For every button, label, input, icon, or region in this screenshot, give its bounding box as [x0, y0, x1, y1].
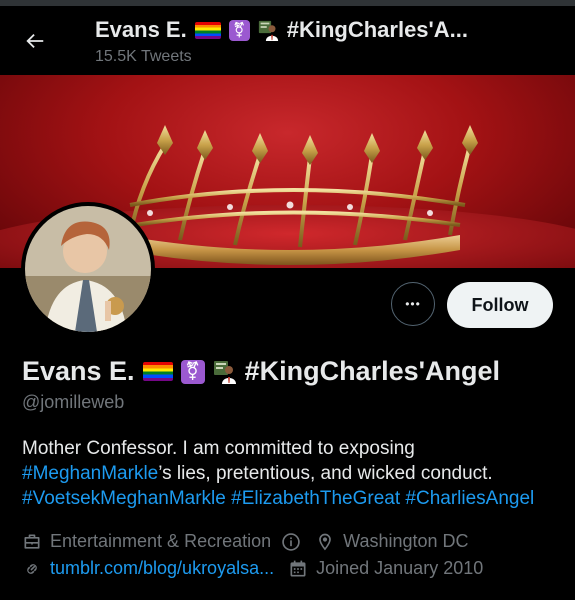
profile-header: Evans E. ⚧ #KingCharles'A... 15.5K Tweet… — [0, 0, 575, 75]
profile-avatar[interactable] — [21, 202, 155, 336]
profile-handle: @jomilleweb — [22, 392, 125, 412]
bio-line-2: ’s lies, pretentious, and wicked conduct… — [158, 463, 493, 484]
joined-item: Joined January 2010 — [288, 558, 483, 579]
more-dots-icon: ••• — [405, 297, 421, 311]
hashtag-link[interactable]: #CharliesAngel — [405, 488, 534, 509]
calendar-icon — [290, 560, 306, 576]
display-name-text: Evans E. — [22, 356, 135, 386]
profile-meta-row-1: Entertainment & Recreation Washington DC — [22, 531, 483, 552]
info-icon[interactable] — [281, 532, 301, 552]
website-item: tumblr.com/blog/ukroyalsa... — [22, 558, 274, 579]
man-at-board-icon — [213, 360, 237, 384]
man-at-board-icon — [258, 20, 279, 41]
hashtag-link[interactable]: #ElizabethTheGreat — [231, 488, 400, 509]
hashtag-link[interactable]: #MeghanMarkle — [22, 463, 158, 484]
briefcase-icon — [24, 534, 40, 549]
location-item: Washington DC — [315, 531, 469, 552]
category-item: Entertainment & Recreation — [22, 531, 301, 552]
profile-bio: Mother Confessor. I am committed to expo… — [22, 436, 562, 511]
website-link[interactable]: tumblr.com/blog/ukroyalsa... — [50, 558, 274, 579]
profile-display-name: Evans E. ⚧ #KingCharles'Angel — [22, 356, 500, 387]
location-pin-icon — [319, 533, 331, 550]
profile-meta-row-2: tumblr.com/blog/ukroyalsa... Joined Janu… — [22, 558, 497, 579]
more-options-button[interactable]: ••• — [391, 282, 435, 326]
top-divider — [0, 0, 575, 6]
rainbow-flag-icon — [142, 362, 173, 381]
header-title: Evans E. ⚧ #KingCharles'A... — [95, 17, 468, 43]
bio-line-1: Mother Confessor. I am committed to expo… — [22, 438, 415, 459]
display-name-hashtag: #KingCharles'Angel — [244, 356, 501, 386]
arrow-left-icon — [26, 33, 44, 49]
follow-button[interactable]: Follow — [447, 282, 553, 328]
link-icon — [27, 563, 37, 574]
tweet-count: 15.5K Tweets — [95, 48, 192, 65]
location-text: Washington DC — [343, 531, 469, 551]
header-name: Evans E. — [95, 17, 187, 42]
avatar-image — [25, 206, 151, 332]
hashtag-link[interactable]: #VoetsekMeghanMarkle — [22, 488, 226, 509]
transgender-symbol-icon: ⚧ — [180, 359, 205, 384]
back-button[interactable] — [20, 26, 50, 56]
transgender-symbol-icon: ⚧ — [228, 19, 250, 41]
rainbow-flag-icon — [194, 21, 221, 39]
joined-text: Joined January 2010 — [316, 558, 484, 578]
header-name-suffix: #KingCharles'A... — [286, 17, 468, 42]
category-text: Entertainment & Recreation — [50, 531, 272, 551]
